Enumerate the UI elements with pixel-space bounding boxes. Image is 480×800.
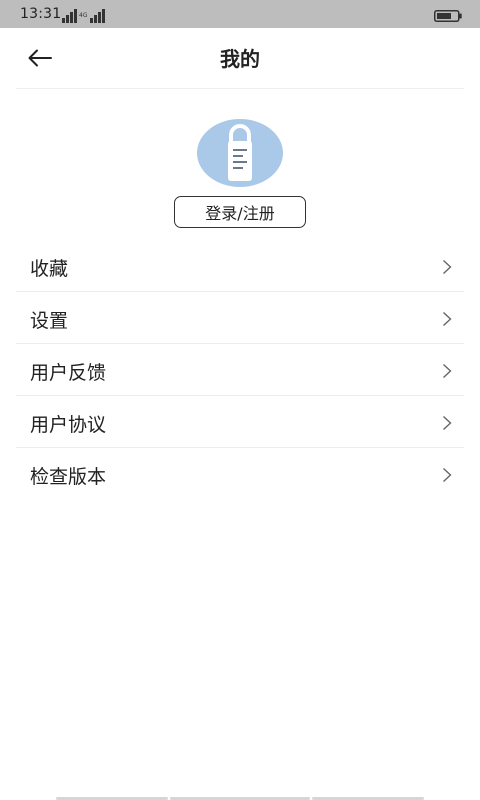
signal-icon: 4G — [62, 9, 105, 23]
menu-list: 收藏 设置 用户反馈 用户协议 检查版本 — [0, 240, 480, 500]
menu-item-label: 用户协议 — [30, 414, 107, 436]
chevron-right-icon — [443, 311, 452, 327]
menu-item-check-version[interactable]: 检查版本 — [0, 448, 480, 500]
login-register-button[interactable]: 登录/注册 — [174, 196, 306, 228]
menu-item-label: 检查版本 — [30, 466, 107, 488]
avatar[interactable] — [197, 119, 283, 187]
menu-item-feedback[interactable]: 用户反馈 — [0, 344, 480, 396]
menu-item-label: 用户反馈 — [30, 362, 107, 384]
door-hanger-icon — [228, 124, 252, 181]
menu-item-label: 收藏 — [30, 258, 69, 280]
navigation-bar — [0, 794, 480, 800]
menu-item-settings[interactable]: 设置 — [0, 292, 480, 344]
battery-icon — [434, 10, 462, 22]
chevron-right-icon — [443, 259, 452, 275]
header-divider — [16, 88, 464, 89]
page-title: 我的 — [220, 47, 260, 71]
chevron-right-icon — [443, 415, 452, 431]
menu-item-favorites[interactable]: 收藏 — [0, 240, 480, 292]
status-time: 13:31 — [20, 6, 62, 22]
chevron-right-icon — [443, 363, 452, 379]
header: 我的 — [0, 28, 480, 88]
menu-item-user-agreement[interactable]: 用户协议 — [0, 396, 480, 448]
svg-text:4G: 4G — [79, 12, 88, 19]
menu-item-label: 设置 — [30, 310, 69, 332]
status-bar: 13:31 4G — [0, 0, 480, 28]
chevron-right-icon — [443, 467, 452, 483]
